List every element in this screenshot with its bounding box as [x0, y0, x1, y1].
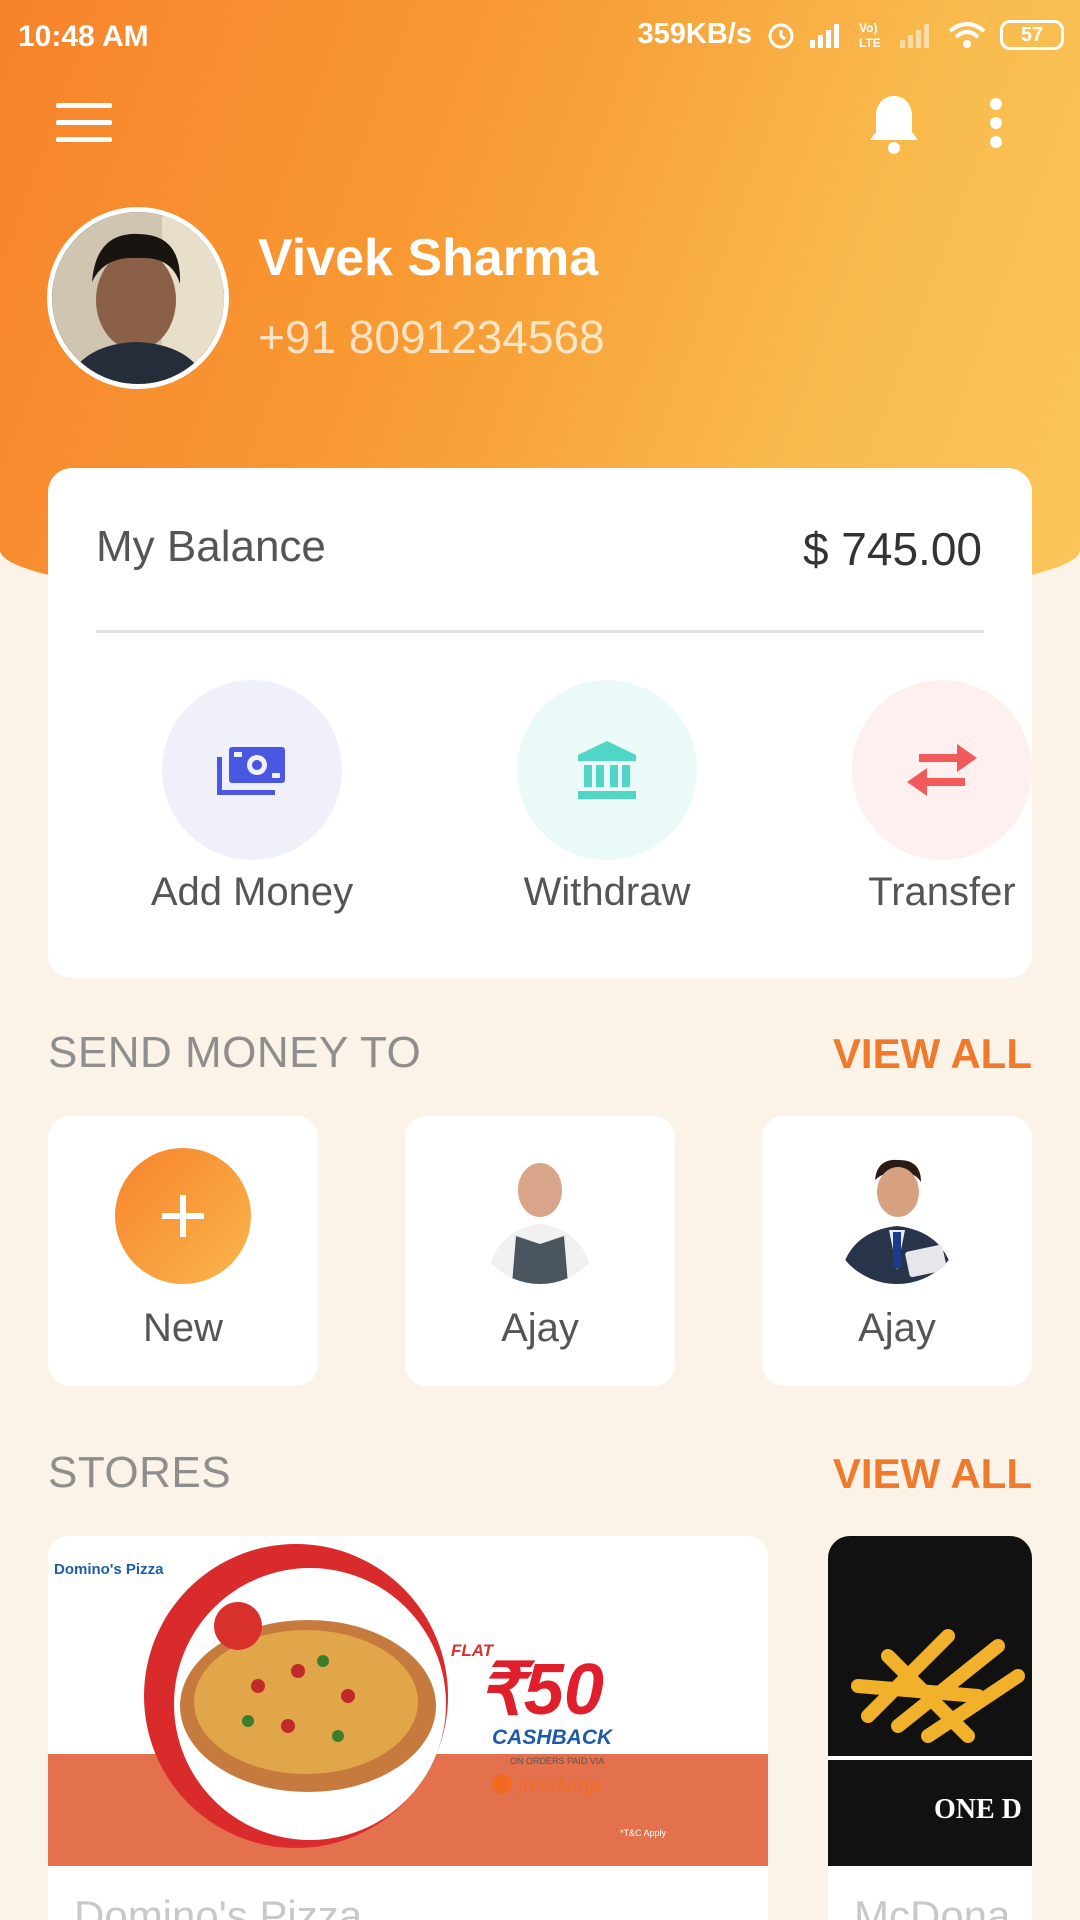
divider [96, 630, 984, 633]
signal-icon [810, 23, 839, 48]
user-phone: +91 8091234568 [258, 311, 605, 363]
signal-2-icon [900, 23, 929, 48]
volte-icon: Vo)LTE [859, 21, 881, 50]
transfer-circle [852, 680, 1032, 860]
new-contact-card[interactable]: New [48, 1116, 318, 1386]
contact-avatar [472, 1148, 608, 1284]
contact-card[interactable]: Ajay [762, 1116, 1032, 1386]
send-money-title: SEND MONEY TO [48, 1028, 422, 1077]
user-name: Vivek Sharma [258, 229, 599, 287]
dominos-logo: Domino's Pizza [54, 1561, 164, 1578]
contact-avatar [829, 1148, 965, 1284]
alarm-icon [768, 23, 794, 48]
offer-subtext: ON ORDERS PAID VIA [510, 1756, 604, 1766]
wifi-icon [948, 21, 986, 48]
store-banner: Domino's Pizza FLAT ₹50 CASHBACK ON ORDE… [48, 1536, 768, 1866]
add-money-button[interactable]: Add Money [122, 680, 382, 915]
status-bar: 10:48 AM 359KB/s Vo) LTE 57 [0, 0, 1080, 72]
stores-title: STORES [48, 1448, 232, 1497]
withdraw-label: Withdraw [523, 870, 691, 914]
network-speed: 359KB/s [637, 18, 752, 50]
profile-avatar[interactable] [47, 207, 229, 389]
transfer-arrows-icon [907, 744, 977, 796]
status-icons: 359KB/s Vo) LTE 57 [638, 18, 1064, 51]
more-options-icon[interactable] [988, 98, 1004, 150]
svg-text:Vo): Vo) [859, 21, 877, 35]
balance-value: $ 745.00 [802, 523, 982, 575]
withdraw-button[interactable]: Withdraw [477, 680, 737, 915]
transfer-label: Transfer [868, 870, 1016, 914]
tnc-text: *T&C Apply [620, 1828, 667, 1838]
bank-icon [578, 741, 636, 799]
offer-cashback: CASHBACK [492, 1726, 614, 1749]
balance-card: My Balance $ 745.00 Add Money Withdraw T… [48, 468, 1032, 978]
store-card[interactable]: Domino's Pizza FLAT ₹50 CASHBACK ON ORDE… [48, 1536, 768, 1920]
add-money-label: Add Money [150, 870, 354, 914]
contact-card[interactable]: Ajay [405, 1116, 675, 1386]
plus-icon [115, 1148, 251, 1284]
withdraw-circle [517, 680, 697, 860]
battery-icon: 57 [1000, 19, 1064, 50]
freecharge-logo: freecharge [518, 1774, 603, 1796]
banner-text: ONE D [934, 1794, 1022, 1825]
send-money-view-all[interactable]: VIEW ALL [833, 1030, 1032, 1078]
store-name: McDona [854, 1892, 1011, 1920]
store-banner: ONE D [828, 1536, 1032, 1866]
avatar-photo [52, 212, 224, 384]
status-time: 10:48 AM [18, 20, 149, 53]
store-card[interactable]: ONE D McDona [828, 1536, 1032, 1920]
contact-name: Ajay [858, 1306, 936, 1350]
add-money-circle [162, 680, 342, 860]
offer-amount: ₹50 [478, 1650, 604, 1730]
svg-text:LTE: LTE [859, 36, 881, 50]
stores-view-all[interactable]: VIEW ALL [833, 1450, 1032, 1498]
contact-name: New [142, 1306, 224, 1350]
store-name: Domino's Pizza [74, 1892, 363, 1920]
balance-label: My Balance [96, 522, 326, 571]
money-icon [217, 747, 285, 795]
bell-icon[interactable] [866, 92, 922, 156]
menu-icon[interactable] [56, 103, 112, 143]
transfer-button[interactable]: Transfer [812, 680, 1072, 915]
contact-name: Ajay [501, 1306, 579, 1350]
